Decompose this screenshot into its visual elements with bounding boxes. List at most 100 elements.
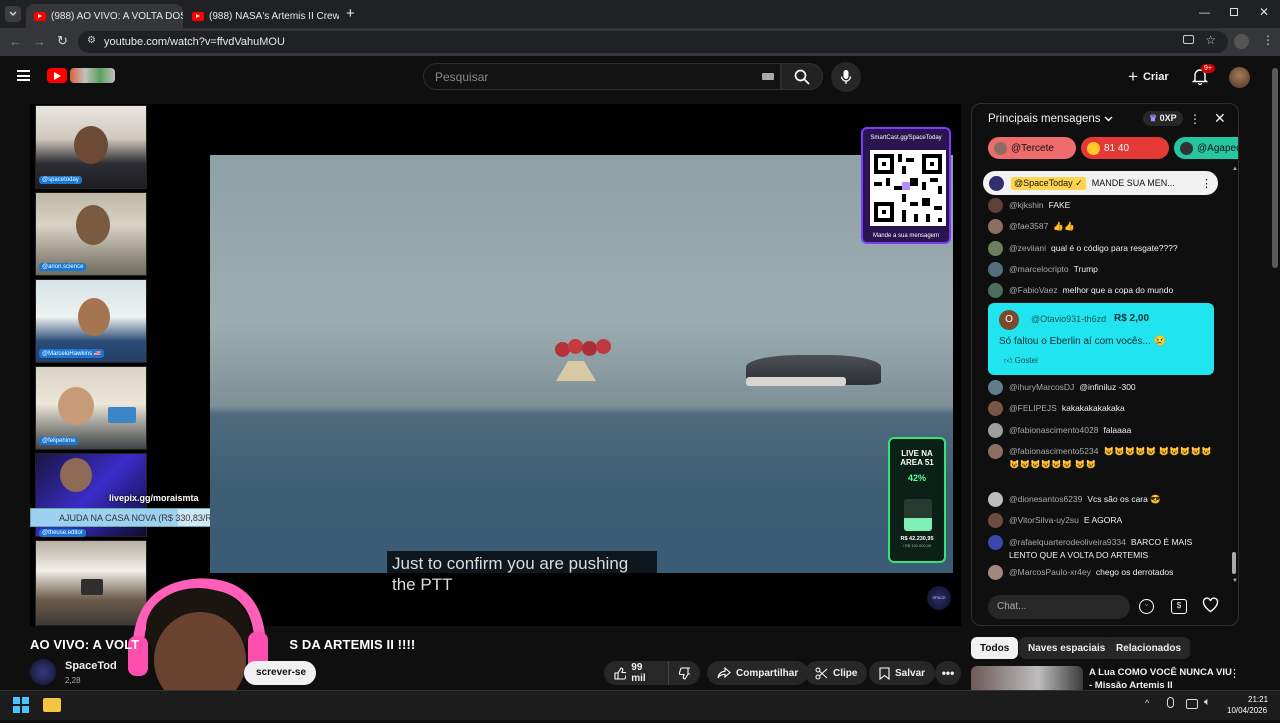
chat-message[interactable]: @dionesantos6239 Vcs são os cara 😎 xyxy=(988,491,1218,507)
subscribe-label: screver-se xyxy=(256,667,307,678)
chat-message-body: @fabionascimento4028 falaaaa xyxy=(1009,424,1131,438)
page-scrollbar[interactable] xyxy=(1270,56,1280,690)
tab-search-button[interactable] xyxy=(5,6,21,22)
clip-button[interactable]: Clipe xyxy=(805,661,868,685)
chat-message[interactable]: @FELIPEJS kakakakakakaka xyxy=(988,401,1218,417)
chat-message[interactable]: @marcelocripto Trump xyxy=(988,261,1218,277)
dislike-button[interactable] xyxy=(668,661,700,685)
donor-chip[interactable]: @Tercete xyxy=(988,137,1076,159)
browser-tab-bar: (988) AO VIVO: A VOLTA DOS A ✕ (988) NAS… xyxy=(0,0,1280,28)
chat-message[interactable]: @VitorSilva-uy2su E AGORA xyxy=(988,513,1218,529)
window-restore-icon[interactable] xyxy=(1230,8,1238,16)
youtube-logo[interactable] xyxy=(47,68,67,83)
superchat-like[interactable]: 👍︎ Gostei xyxy=(1004,356,1038,366)
reload-icon[interactable]: ↻ xyxy=(57,33,68,49)
microphone-tray-icon[interactable] xyxy=(1167,697,1174,708)
save-label: Salvar xyxy=(895,667,926,679)
notifications-button[interactable]: 9+ xyxy=(1191,64,1215,88)
window-minimize-icon[interactable]: — xyxy=(1199,7,1210,19)
xp-badge[interactable]: ♛ 0XP xyxy=(1143,111,1183,126)
chat-message[interactable]: @fabionascimento4028 falaaaa xyxy=(988,422,1218,438)
pinned-avatar xyxy=(989,175,1004,191)
windows-start-icon[interactable] xyxy=(13,697,29,713)
chat-menu-icon[interactable]: ⋮ xyxy=(1189,112,1201,126)
bookmark-star-icon[interactable]: ☆ xyxy=(1205,33,1216,47)
guest-camera: @arion.science xyxy=(35,192,147,276)
chat-avatar xyxy=(988,422,1003,438)
chat-message-body: @VitorSilva-uy2su E AGORA xyxy=(1009,514,1122,528)
search-button[interactable] xyxy=(781,63,823,90)
close-chat-icon[interactable]: ✕ xyxy=(1214,110,1226,127)
video-player[interactable]: @spacetoday @arion.science @MarceloHawki… xyxy=(30,104,961,626)
chat-message[interactable]: @zeviiani qual é o código para resgate???… xyxy=(988,240,1218,256)
url-field[interactable]: ⚙ youtube.com/watch?v=ffvdVahuMOU ☆ xyxy=(78,31,1228,53)
volume-icon[interactable]: 🔈︎ xyxy=(1204,696,1211,709)
chat-message[interactable]: @FabioVaez melhor que a copa do mundo xyxy=(988,283,1218,299)
chat-message[interactable]: @fabionascimento5234 😺😺😺😺😺 😺😺😺😺😺😺😺😺😺😺😺 😺😺 xyxy=(988,443,1218,471)
video-title: AO VIVO: A VOLT S DA ARTEMIS II !!!! xyxy=(30,637,415,652)
chat-mode-selector[interactable]: Principais mensagens xyxy=(988,113,1113,125)
voice-search-button[interactable] xyxy=(831,62,861,92)
chat-message[interactable]: @rafaelquarterodeoliveira9334 BARCO É MAI… xyxy=(988,534,1218,562)
chat-message[interactable]: @fae3587 👍👍 xyxy=(988,219,1218,235)
account-avatar[interactable] xyxy=(1229,67,1250,88)
new-tab-button[interactable]: + xyxy=(346,5,355,22)
chat-scrollbar[interactable]: ▲ ▼ xyxy=(1231,166,1238,586)
heart-outline-icon xyxy=(1202,597,1219,613)
tab-title: (988) NASA's Artemis II Crew C xyxy=(209,10,339,22)
keyboard-icon[interactable] xyxy=(762,73,774,80)
super-chat-icon[interactable]: $ xyxy=(1171,599,1187,614)
search-input[interactable]: Pesquisar xyxy=(423,63,781,90)
chip-related[interactable]: Relacionados xyxy=(1107,637,1191,659)
chat-header: Principais mensagens ♛ 0XP ⋮ ✕ xyxy=(972,104,1238,137)
donor-chip-label: @Tercete xyxy=(1011,142,1054,154)
chat-message[interactable]: @ihuryMarcosDJ @infiniluz -300 xyxy=(988,380,1218,395)
chat-author: @ihuryMarcosDJ xyxy=(1009,382,1075,392)
network-icon[interactable] xyxy=(1186,699,1198,709)
heart-icon[interactable] xyxy=(1202,597,1219,616)
qr-code-pattern xyxy=(874,154,942,222)
guest-camera: @spacetoday xyxy=(35,105,147,189)
tab-inactive[interactable]: (988) NASA's Artemis II Crew C ✕ xyxy=(184,4,339,28)
camera-tag: @felipehime xyxy=(39,437,79,445)
hamburger-menu-icon[interactable] xyxy=(17,70,30,81)
tray-chevron-icon[interactable]: ^ xyxy=(1145,698,1149,708)
donor-chip[interactable]: 81 40 xyxy=(1081,137,1169,159)
channel-name[interactable]: SpaceTod xyxy=(65,660,117,672)
donor-avatar xyxy=(994,141,1007,155)
back-icon[interactable]: ← xyxy=(9,34,22,49)
chip-spacecraft[interactable]: Naves espaciais xyxy=(1019,637,1115,659)
share-button[interactable]: Compartilhar xyxy=(707,661,809,685)
forward-icon[interactable]: → xyxy=(33,34,46,49)
related-menu-icon[interactable]: ⋮ xyxy=(1229,667,1239,680)
subscribe-button[interactable]: screver-se xyxy=(244,661,317,685)
emoji-icon[interactable]: ᵕ xyxy=(1139,599,1154,614)
profile-icon[interactable] xyxy=(1234,34,1249,49)
window-close-icon[interactable]: ✕ xyxy=(1259,5,1269,19)
like-button[interactable]: 99 mil xyxy=(604,661,668,685)
clock-time[interactable]: 21:21 xyxy=(1248,695,1268,704)
channel-avatar[interactable] xyxy=(30,659,56,685)
donor-chip[interactable]: @Agapedj xyxy=(1174,137,1238,159)
file-explorer-icon[interactable] xyxy=(43,698,61,712)
more-actions-button[interactable]: ••• xyxy=(935,661,961,685)
chat-message-body: @MarcosPaulo-xr4ey chego os derrotados xyxy=(1009,566,1173,580)
crown-icon: ♛ xyxy=(1149,113,1158,123)
doodle-logo[interactable] xyxy=(70,68,115,83)
site-info-icon[interactable]: ⚙ xyxy=(87,35,96,46)
menu-kebab-icon[interactable]: ⋮ xyxy=(1262,33,1274,47)
chip-all[interactable]: Todos xyxy=(971,637,1019,659)
related-thumbnail xyxy=(971,666,1083,690)
pinned-message[interactable]: @SpaceToday ✓ MANDE SUA MEN... ⋮ xyxy=(983,171,1218,195)
chat-input[interactable]: Chat... xyxy=(988,595,1130,619)
clock-date[interactable]: 10/04/2026 xyxy=(1227,706,1267,715)
install-icon[interactable] xyxy=(1183,35,1194,44)
related-video-item[interactable]: A Lua COMO VOCÊ NUNCA VIU - Missão Artem… xyxy=(971,664,1239,690)
superchat-amount: R$ 2,00 xyxy=(1114,313,1150,324)
pinned-menu-icon[interactable]: ⋮ xyxy=(1201,177,1212,190)
create-button[interactable]: + Criar xyxy=(1128,65,1169,89)
chat-message[interactable]: @kjkshin FAKE xyxy=(988,198,1218,213)
save-button[interactable]: Salvar xyxy=(869,661,936,685)
chat-message[interactable]: @MarcosPaulo-xr4ey chego os derrotados xyxy=(988,564,1218,580)
tab-active[interactable]: (988) AO VIVO: A VOLTA DOS A ✕ xyxy=(26,4,183,28)
